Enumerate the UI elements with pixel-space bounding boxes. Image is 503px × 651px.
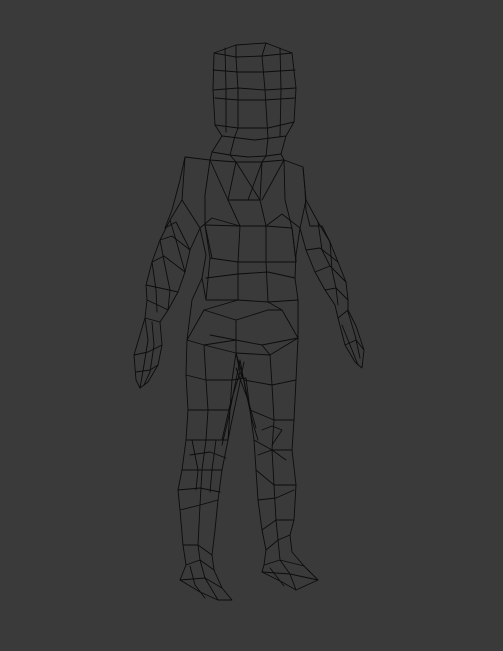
wireframe-canvas[interactable] xyxy=(0,0,503,651)
viewport-background xyxy=(0,0,503,651)
3d-viewport[interactable] xyxy=(0,0,503,651)
